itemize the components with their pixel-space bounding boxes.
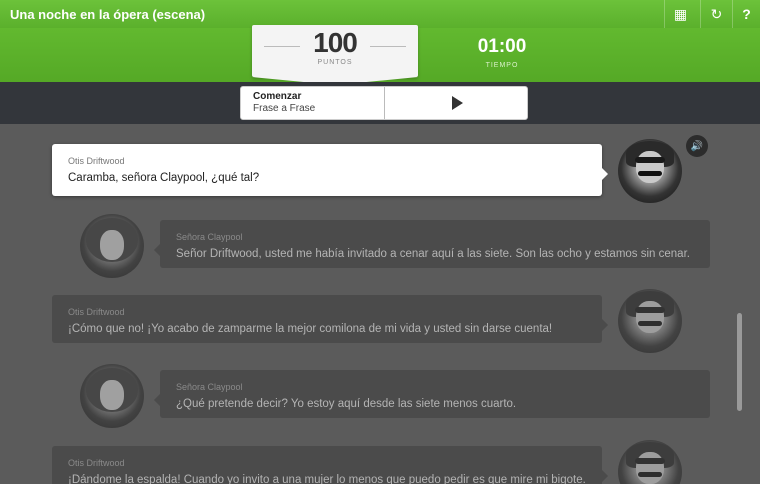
avatar-senora-claypool [80, 364, 144, 428]
dialogue-line[interactable]: Otis Driftwood ¡Cómo que no! ¡Yo acabo d… [52, 295, 608, 343]
speaker-name: Señora Claypool [176, 382, 243, 392]
dialogue-area: Otis Driftwood Caramba, señora Claypool,… [0, 124, 760, 484]
dialogue-line[interactable]: Señora Claypool ¿Qué pretende decir? Yo … [154, 370, 710, 418]
avatar-senora-claypool [80, 214, 144, 278]
playback-control: Comenzar Frase a Frase [240, 86, 528, 120]
speaker-icon: 🔊 [690, 140, 704, 152]
mode-subtitle: Frase a Frase [253, 103, 316, 114]
dialogue-text: Señor Driftwood, usted me había invitado… [176, 248, 690, 260]
calendar-icon: ▦ [673, 5, 688, 22]
dialogue-line[interactable]: Otis Driftwood ¡Dándome la espalda! Cuan… [52, 446, 608, 484]
timer-label: TIEMPO [485, 62, 519, 69]
mode-selector[interactable]: Comenzar Frase a Frase [241, 87, 385, 119]
dialogue-line[interactable]: Señora Claypool Señor Driftwood, usted m… [154, 220, 710, 268]
mode-title: Comenzar [253, 91, 302, 102]
title-bar: Una noche en la ópera (escena) ▦ ↻ ? [0, 0, 760, 28]
dialogue-text: ¡Dándome la espalda! Cuando yo invito a … [68, 474, 586, 484]
help-button[interactable]: ? [732, 0, 760, 28]
timer-value: 01:00 [477, 36, 527, 57]
speaker-name: Otis Driftwood [68, 156, 125, 166]
help-icon: ? [742, 6, 751, 22]
avatar-otis-driftwood [618, 139, 682, 203]
dialogue-text: Caramba, señora Claypool, ¿qué tal? [68, 172, 260, 184]
refresh-button[interactable]: ↻ [700, 0, 732, 28]
play-button[interactable] [386, 87, 528, 119]
avatar-otis-driftwood [618, 289, 682, 353]
dialogue-text: ¿Qué pretende decir? Yo estoy aquí desde… [176, 398, 517, 410]
points-value: 100 [313, 27, 358, 58]
page-title: Una noche en la ópera (escena) [10, 7, 206, 22]
score-card: 100 PUNTOS [252, 25, 418, 85]
dialogue-text: ¡Cómo que no! ¡Yo acabo de zamparme la m… [68, 323, 553, 335]
avatar-otis-driftwood [618, 440, 682, 484]
speaker-name: Otis Driftwood [68, 458, 125, 468]
points-label: PUNTOS [317, 59, 353, 66]
dialogue-line[interactable]: Otis Driftwood Caramba, señora Claypool,… [52, 144, 608, 196]
speaker-name: Señora Claypool [176, 232, 243, 242]
calendar-button[interactable]: ▦ [664, 0, 696, 28]
speaker-name: Otis Driftwood [68, 307, 125, 317]
play-icon [451, 96, 463, 110]
scrollbar[interactable] [737, 313, 742, 411]
refresh-icon: ↻ [710, 5, 723, 22]
sound-button[interactable]: 🔊 [686, 135, 708, 157]
